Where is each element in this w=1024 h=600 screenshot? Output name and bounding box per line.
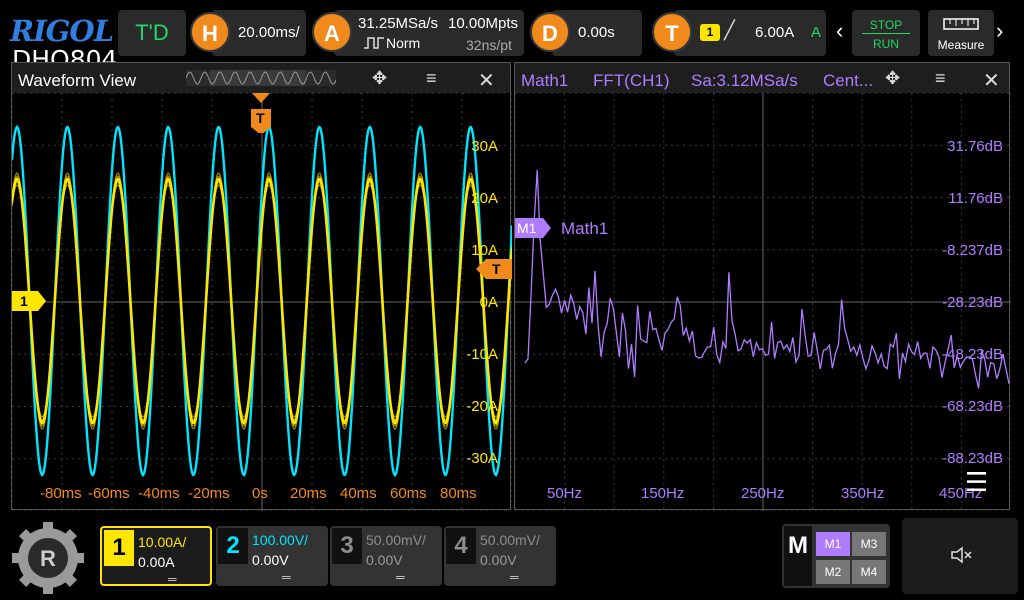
channel-3-scale: 50.00mV/	[366, 532, 426, 548]
ch1-offset-marker[interactable]	[12, 291, 46, 311]
collapse-menu-icon[interactable]: ☰	[965, 467, 988, 498]
trigger-level: 6.00A	[755, 24, 795, 41]
memory-depth: 10.00Mpts	[448, 15, 519, 32]
fft-y-axis-label: 31.76dB	[947, 138, 1003, 155]
ruler-icon	[943, 18, 979, 30]
math-view-window[interactable]: Math1 FFT(CH1) Sa:3.12MSa/s Cent... ✥ ≡ …	[514, 62, 1011, 511]
x-axis-label: 0s	[252, 485, 268, 502]
dc-coupling-icon: ═	[396, 570, 405, 584]
time-resolution: 32ns/pt	[466, 37, 512, 53]
x-axis-label: 40ms	[340, 485, 377, 502]
fft-y-axis-label: -68.23dB	[942, 398, 1003, 415]
dc-coupling-icon: ═	[168, 572, 177, 586]
timebase-value: 20.00ms/	[238, 24, 300, 41]
channel-2-offset: 0.00V	[252, 552, 289, 568]
math-trace-label: Math1	[561, 219, 609, 238]
channel-4-offset: 0.00V	[480, 552, 517, 568]
channel-3-panel[interactable]: 3 50.00mV/0.00V ═	[330, 526, 442, 586]
math-panel-label: M	[784, 526, 812, 586]
dc-coupling-icon: ═	[510, 570, 519, 584]
trigger-position-label: T	[256, 110, 265, 126]
y-axis-label: -20A	[466, 398, 498, 415]
fft-y-axis-label: 11.76dB	[948, 190, 1003, 207]
x-axis-label: 80ms	[440, 485, 477, 502]
math-panel[interactable]: M M1 M3 M2 M4	[782, 524, 890, 588]
channel-4-panel[interactable]: 4 50.00mV/0.00V ═	[444, 526, 556, 586]
fft-trace	[524, 169, 1010, 389]
measure-label: Measure	[937, 38, 985, 52]
y-axis-label: -30A	[466, 450, 498, 467]
run-stop-divider	[862, 33, 910, 34]
delay-value: 0.00s	[578, 24, 615, 41]
chevron-left-icon[interactable]: ‹	[836, 18, 843, 44]
acquire-icon[interactable]: A	[312, 12, 352, 52]
acquire-mode-icon	[364, 37, 384, 49]
sound-panel[interactable]	[902, 518, 1018, 594]
x-axis-label: -80ms	[40, 485, 82, 502]
mute-speaker-icon[interactable]	[950, 546, 972, 564]
x-axis-label: -60ms	[88, 485, 130, 502]
fft-x-axis-label: 350Hz	[841, 485, 885, 502]
channel-2-panel[interactable]: 2 100.00V/0.00V ═	[216, 526, 328, 586]
ch1-offset-label: 1	[20, 293, 28, 309]
delay-icon[interactable]: D	[530, 12, 570, 52]
top-toolbar: RIGOL DHO804 T'D H 20.00ms/ A 31.25MSa/s…	[0, 0, 1024, 74]
rigol-logo: RIGOL	[10, 14, 114, 48]
trigger-level-label: T	[492, 261, 501, 277]
rising-edge-icon: ╱	[724, 20, 735, 40]
fft-y-axis-label: -28.23dB	[942, 294, 1003, 311]
trigger-source-badge: 1	[700, 24, 720, 41]
math-m3-button[interactable]: M3	[852, 532, 886, 556]
fft-y-axis-label: -8.237dB	[942, 242, 1003, 259]
trigger-panel[interactable]	[674, 10, 826, 56]
fft-y-axis-label: -48.23dB	[942, 346, 1003, 363]
horizontal-icon[interactable]: H	[190, 12, 230, 52]
fft-y-axis-label: -88.23dB	[942, 450, 1003, 467]
math-offset-label: M1	[517, 220, 537, 236]
channel-4-scale: 50.00mV/	[480, 532, 540, 548]
channel-2-number: 2	[218, 528, 248, 564]
channel-2-scale: 100.00V/	[252, 532, 309, 548]
channel-1-scale: 10.00A/	[138, 534, 187, 550]
math-m1-button[interactable]: M1	[816, 532, 850, 556]
run-stop-button[interactable]: STOP RUN	[852, 10, 920, 56]
channel-3-offset: 0.00V	[366, 552, 403, 568]
y-axis-label: -10A	[466, 346, 498, 363]
waveform-view-window[interactable]: Waveform View ✥ ≡ ✕ T 1 T 30A 20A 10A 0A -10…	[11, 62, 512, 511]
x-axis-label: -40ms	[138, 485, 180, 502]
y-axis-label: 20A	[471, 190, 498, 207]
channel-1-panel[interactable]: 1 10.00A/0.00A ═	[100, 526, 212, 586]
y-axis-label: 30A	[471, 138, 498, 155]
fft-plot[interactable]	[515, 63, 1011, 511]
fft-x-axis-label: 250Hz	[741, 485, 785, 502]
x-axis-label: -20ms	[188, 485, 230, 502]
channel-1-number: 1	[104, 530, 134, 566]
trigger-icon[interactable]: T	[652, 12, 692, 52]
svg-text:R: R	[40, 546, 56, 571]
fft-x-axis-label: 50Hz	[547, 485, 583, 502]
dc-coupling-icon: ═	[282, 570, 291, 584]
x-axis-label: 60ms	[390, 485, 427, 502]
math-m2-button[interactable]: M2	[816, 560, 850, 584]
math-m4-button[interactable]: M4	[852, 560, 886, 584]
sample-rate: 31.25MSa/s	[358, 15, 439, 32]
x-axis-label: 20ms	[290, 485, 327, 502]
channel-3-number: 3	[332, 528, 362, 564]
gear-home-icon[interactable]: R	[8, 518, 88, 598]
chevron-right-icon[interactable]: ›	[996, 18, 1003, 44]
channel-1-offset: 0.00A	[138, 554, 175, 570]
y-axis-label: 10A	[471, 242, 498, 259]
trigger-mode: A	[811, 24, 822, 41]
y-axis-label: 0A	[479, 294, 498, 311]
trigger-delay-button[interactable]: T'D	[118, 10, 186, 56]
fft-x-axis-label: 150Hz	[641, 485, 685, 502]
acquire-mode: Norm	[386, 35, 421, 51]
run-label: RUN	[873, 37, 899, 51]
channel-4-number: 4	[446, 528, 476, 564]
stop-label: STOP	[869, 18, 903, 32]
measure-button[interactable]: Measure	[928, 10, 994, 56]
